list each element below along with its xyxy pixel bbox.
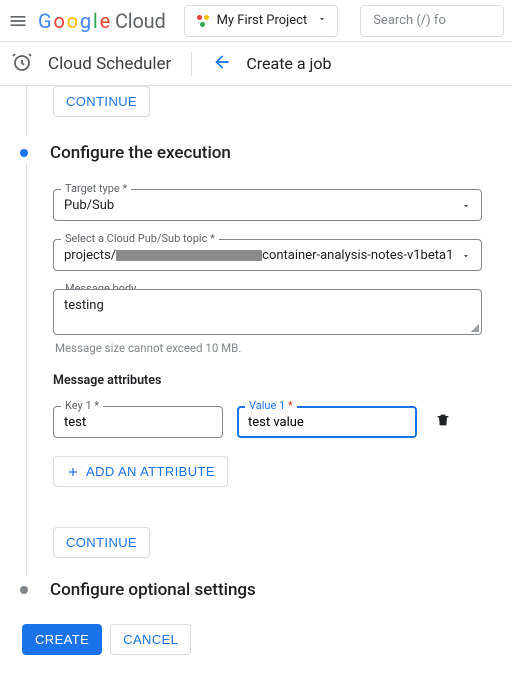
search-input[interactable]: Search (/) fo bbox=[360, 5, 504, 37]
message-body-helper: Message size cannot exceed 10 MB. bbox=[55, 341, 480, 355]
pubsub-topic-field[interactable]: Select a Cloud Pub/Sub topic projects/co… bbox=[53, 239, 482, 271]
attr-value-label: Value 1 bbox=[245, 399, 297, 412]
main-content: CONTINUE Configure the execution Target … bbox=[0, 86, 512, 685]
topic-label: Select a Cloud Pub/Sub topic bbox=[61, 232, 219, 245]
redacted-project-id bbox=[116, 250, 262, 261]
chevron-down-icon bbox=[317, 13, 327, 28]
product-name: Cloud Scheduler bbox=[48, 54, 171, 74]
divider bbox=[191, 52, 192, 76]
top-header: Google Cloud My First Project Search (/)… bbox=[0, 0, 512, 42]
continue-button-prev[interactable]: CONTINUE bbox=[53, 86, 150, 117]
project-picker[interactable]: My First Project bbox=[184, 5, 339, 37]
page-title: Create a job bbox=[246, 54, 331, 73]
step-execution-header: Configure the execution bbox=[20, 143, 512, 163]
plus-icon bbox=[66, 465, 80, 479]
footer-actions: CREATE CANCEL bbox=[22, 624, 512, 655]
target-type-field[interactable]: Target type Pub/Sub bbox=[53, 189, 482, 221]
step-dot-active bbox=[20, 149, 28, 157]
google-cloud-logo[interactable]: Google Cloud bbox=[38, 9, 166, 33]
section-title-optional: Configure optional settings bbox=[50, 580, 256, 600]
sub-header: Cloud Scheduler Create a job bbox=[0, 42, 512, 86]
scheduler-icon bbox=[10, 50, 34, 78]
step-dot-inactive bbox=[20, 586, 28, 594]
continue-button-exec[interactable]: CONTINUE bbox=[53, 527, 150, 558]
project-name: My First Project bbox=[217, 13, 308, 28]
message-attributes-heading: Message attributes bbox=[53, 373, 482, 388]
target-type-label: Target type bbox=[61, 182, 131, 195]
message-body-field[interactable]: Message body testing bbox=[53, 289, 482, 335]
attr-key-label: Key 1 bbox=[61, 399, 103, 412]
chevron-down-icon bbox=[461, 201, 471, 211]
project-icon bbox=[195, 13, 211, 29]
attribute-row: Key 1 Value 1 bbox=[53, 406, 482, 438]
target-type-value: Pub/Sub bbox=[64, 198, 114, 213]
chevron-down-icon bbox=[461, 251, 471, 261]
delete-attribute-icon[interactable] bbox=[431, 408, 455, 436]
topic-value: projects/container-analysis-notes-v1beta… bbox=[64, 248, 453, 263]
attr-key-field[interactable] bbox=[64, 415, 212, 430]
create-button[interactable]: CREATE bbox=[22, 624, 102, 655]
menu-icon[interactable] bbox=[8, 11, 28, 31]
add-attribute-button[interactable]: ADD AN ATTRIBUTE bbox=[53, 456, 228, 487]
attr-value-field[interactable] bbox=[248, 415, 406, 430]
step-optional-header[interactable]: Configure optional settings bbox=[20, 580, 512, 600]
section-title-execution: Configure the execution bbox=[50, 143, 231, 163]
message-body-value: testing bbox=[64, 298, 104, 313]
cancel-button[interactable]: CANCEL bbox=[110, 624, 191, 655]
back-arrow-icon[interactable] bbox=[212, 52, 232, 76]
